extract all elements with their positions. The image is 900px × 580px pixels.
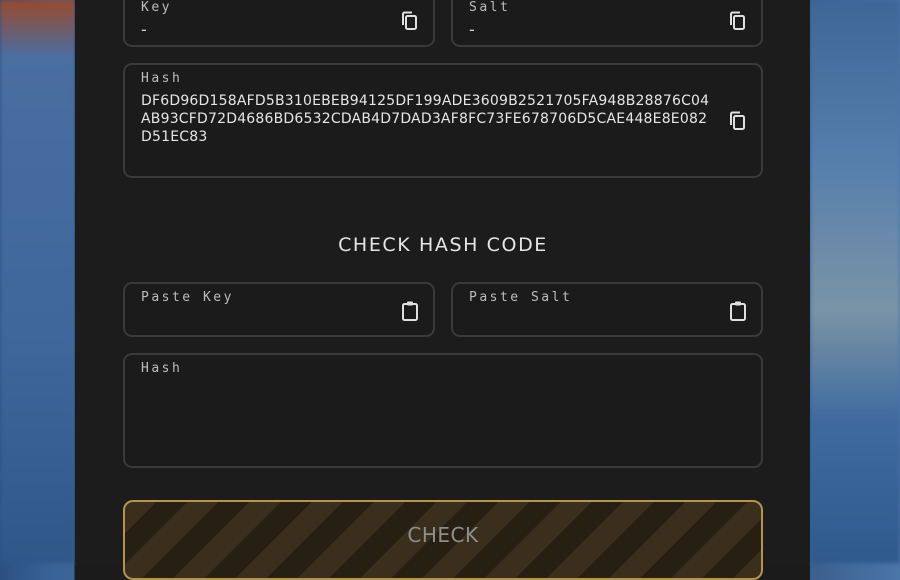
key-output-field: Key - xyxy=(123,0,435,47)
hash-output-value: DF6D96D158AFD5B310EBEB94125DF199ADE3609B… xyxy=(141,93,710,145)
check-hash-title: CHECK HASH CODE xyxy=(338,234,548,256)
paste-salt-label: Paste Salt xyxy=(469,290,573,305)
hash-output-label: Hash xyxy=(141,71,183,86)
salt-output-value: - xyxy=(469,20,475,39)
check-button[interactable]: CHECK xyxy=(123,500,763,580)
key-output-value: - xyxy=(141,20,147,39)
hash-input-label: Hash xyxy=(141,361,183,376)
hash-output-field: Hash DF6D96D158AFD5B310EBEB94125DF199ADE… xyxy=(123,63,763,178)
copy-icon[interactable] xyxy=(728,10,748,32)
salt-output-field: Salt - xyxy=(451,0,763,47)
key-output-label: Key xyxy=(141,0,172,15)
hash-input-field[interactable]: Hash xyxy=(123,353,763,468)
paste-salt-field[interactable]: Paste Salt xyxy=(451,282,763,337)
copy-icon[interactable] xyxy=(400,10,420,32)
background-left xyxy=(0,0,75,563)
clipboard-paste-icon[interactable] xyxy=(400,300,420,322)
copy-icon[interactable] xyxy=(728,110,748,132)
clipboard-paste-icon[interactable] xyxy=(728,300,748,322)
paste-key-field[interactable]: Paste Key xyxy=(123,282,435,337)
salt-output-label: Salt xyxy=(469,0,511,15)
background-right xyxy=(810,0,900,563)
paste-key-label: Paste Key xyxy=(141,290,234,305)
